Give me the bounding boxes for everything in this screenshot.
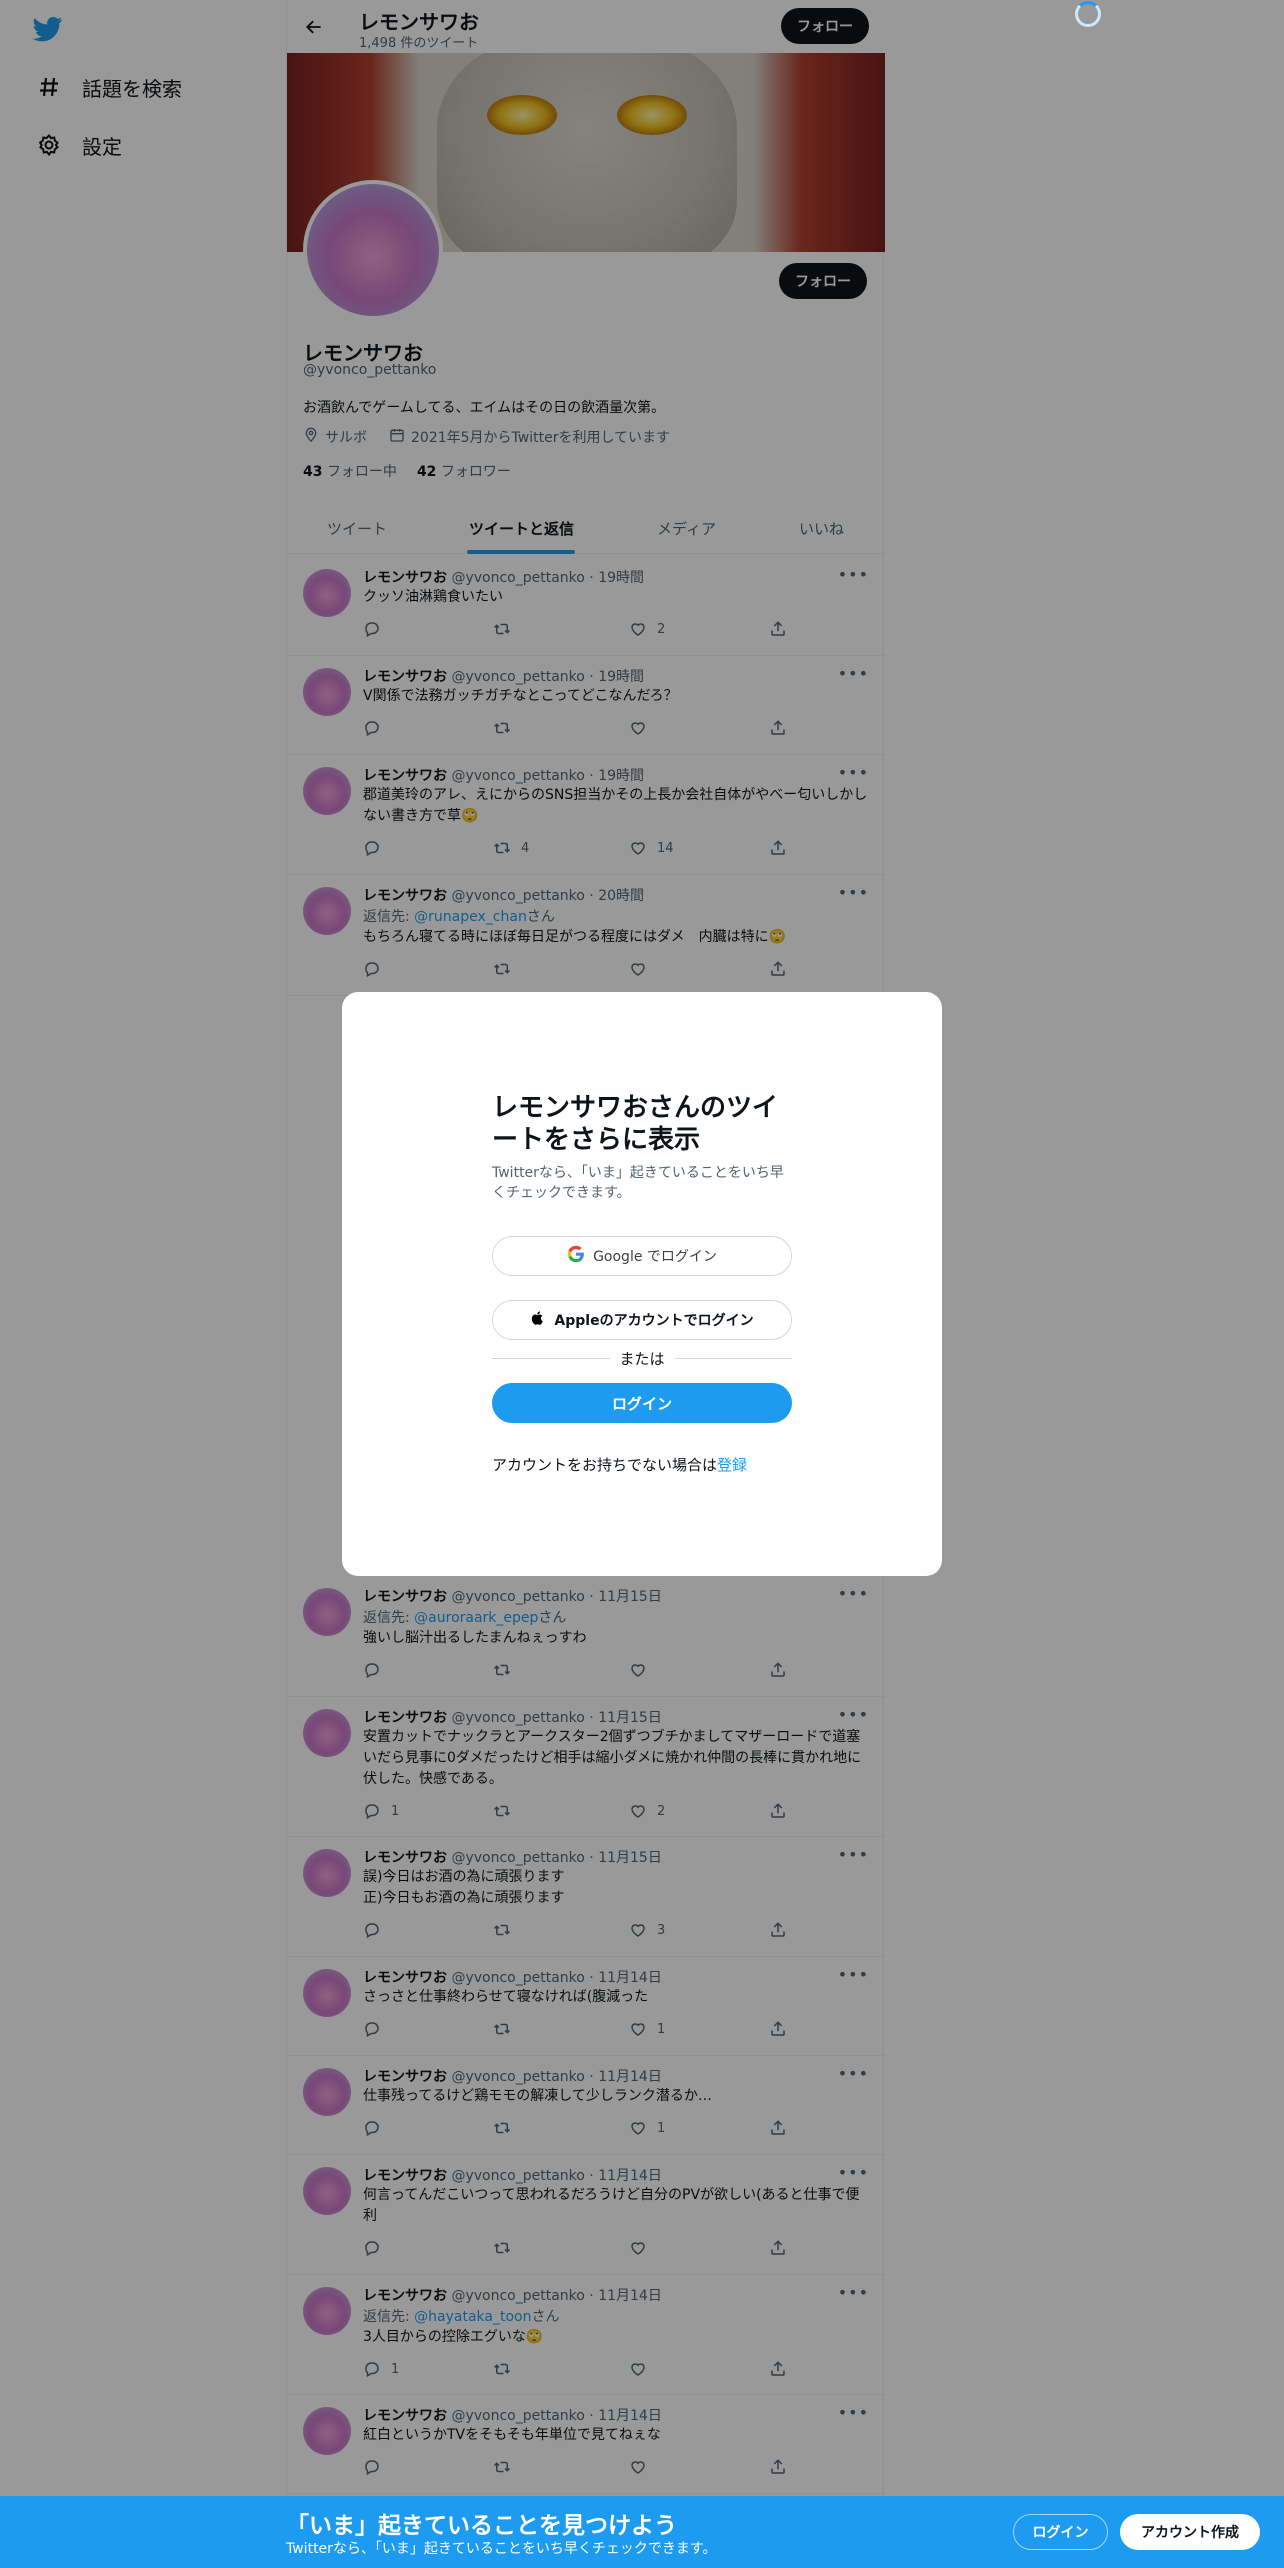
loading-spinner-icon bbox=[1075, 1, 1101, 27]
apple-login-label: Appleのアカウントでログイン bbox=[554, 1313, 754, 1329]
signup-link[interactable]: 登録 bbox=[717, 1456, 747, 1474]
google-icon bbox=[567, 1245, 585, 1267]
bottom-bar-subtitle: Twitterなら、「いま」起きていることをいち早くチェックできます。 bbox=[286, 2541, 717, 2557]
apple-login-button[interactable]: Appleのアカウントでログイン bbox=[492, 1300, 792, 1340]
bottom-signup-bar: 「いま」起きていることを見つけよう Twitterなら、「いま」起きていることを… bbox=[0, 2496, 1284, 2568]
modal-subtitle: Twitterなら、「いま」起きていることをいち早くチェックできます。 bbox=[492, 1165, 784, 1201]
google-login-label: Google でログイン bbox=[593, 1249, 717, 1265]
login-button[interactable]: ログイン bbox=[492, 1383, 792, 1423]
google-login-button[interactable]: Google でログイン bbox=[492, 1236, 792, 1276]
apple-icon bbox=[530, 1310, 546, 1330]
modal-title: レモンサワおさんのツイートをさらに表示 bbox=[492, 1093, 779, 1155]
bottom-login-button[interactable]: ログイン bbox=[1013, 2514, 1108, 2550]
modal-footer: アカウントをお持ちでない場合は登録 bbox=[492, 1456, 748, 1474]
bottom-signup-button[interactable]: アカウント作成 bbox=[1120, 2514, 1260, 2550]
or-divider: または bbox=[492, 1348, 793, 1368]
bottom-bar-title: 「いま」起きていることを見つけよう bbox=[286, 2513, 677, 2539]
login-prompt-modal: レモンサワおさんのツイートをさらに表示 Twitterなら、「いま」起きているこ… bbox=[342, 992, 942, 1576]
